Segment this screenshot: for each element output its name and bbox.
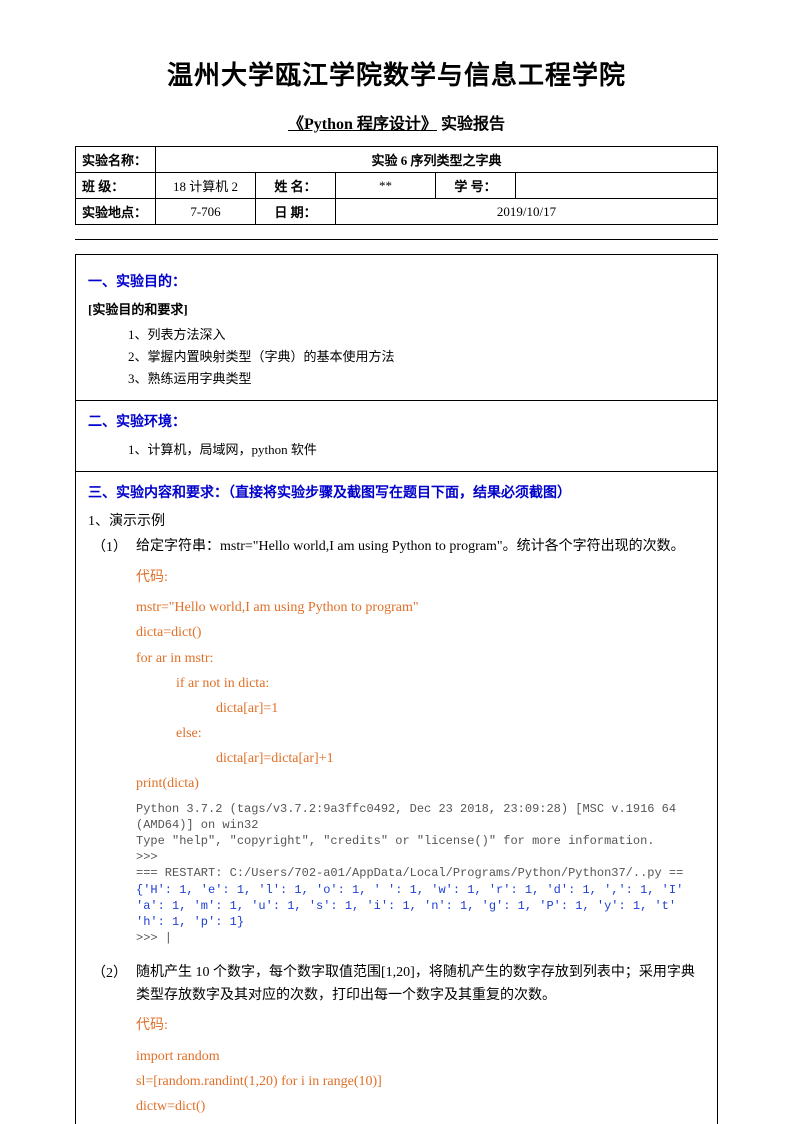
inner-divider — [76, 400, 717, 401]
name-label: 姓 名： — [256, 173, 336, 199]
q1-text: 给定字符串：mstr="Hello world,I am using Pytho… — [136, 536, 705, 558]
exp-name-label: 实验名称： — [76, 147, 156, 173]
content-box: 一、实验目的： [实验目的和要求] 1、列表方法深入 2、掌握内置映射类型（字典… — [75, 254, 718, 1124]
q2-text: 随机产生 10 个数字，每个数字取值范围[1,20]，将随机产生的数字存放到列表… — [136, 962, 705, 1007]
q2-code-label: 代码: — [136, 1015, 705, 1037]
id-value — [516, 173, 718, 199]
section-3-intro: 1、演示示例 — [88, 510, 705, 530]
section-1-sub: [实验目的和要求] — [88, 299, 705, 318]
q2-num: （2） — [88, 962, 136, 1124]
q1-console: Python 3.7.2 (tags/v3.7.2:9a3ffc0492, De… — [136, 801, 705, 947]
q1-code-label: 代码: — [136, 567, 705, 589]
section-1-list: 1、列表方法深入 2、掌握内置映射类型（字典）的基本使用方法 3、熟练运用字典类… — [88, 324, 705, 390]
question-2: （2） 随机产生 10 个数字，每个数字取值范围[1,20]，将随机产生的数字存… — [88, 962, 705, 1124]
info-table: 实验名称： 实验 6 序列类型之字典 班 级： 18 计算机 2 姓 名： **… — [75, 146, 718, 225]
class-label: 班 级： — [76, 173, 156, 199]
inner-divider — [76, 471, 717, 472]
class-value: 18 计算机 2 — [156, 173, 256, 199]
exp-name-value: 实验 6 序列类型之字典 — [156, 147, 718, 173]
loc-label: 实验地点： — [76, 199, 156, 225]
institution-title: 温州大学瓯江学院数学与信息工程学院 — [75, 55, 718, 92]
question-1: （1） 给定字符串：mstr="Hello world,I am using P… — [88, 536, 705, 952]
name-value: ** — [336, 173, 436, 199]
date-label: 日 期： — [256, 199, 336, 225]
section-2-title: 二、实验环境： — [88, 411, 705, 431]
date-value: 2019/10/17 — [336, 199, 718, 225]
section-3-title: 三、实验内容和要求：（直接将实验步骤及截图写在题目下面，结果必须截图） — [88, 482, 705, 502]
q1-num: （1） — [88, 536, 136, 952]
section-1-title: 一、实验目的： — [88, 271, 705, 291]
section-2-list: 1、计算机，局域网，python 软件 — [88, 439, 705, 461]
id-label: 学 号： — [436, 173, 516, 199]
loc-value: 7-706 — [156, 199, 256, 225]
divider — [75, 239, 718, 240]
report-subtitle: 《Python 程序设计》 实验报告 — [75, 110, 718, 134]
